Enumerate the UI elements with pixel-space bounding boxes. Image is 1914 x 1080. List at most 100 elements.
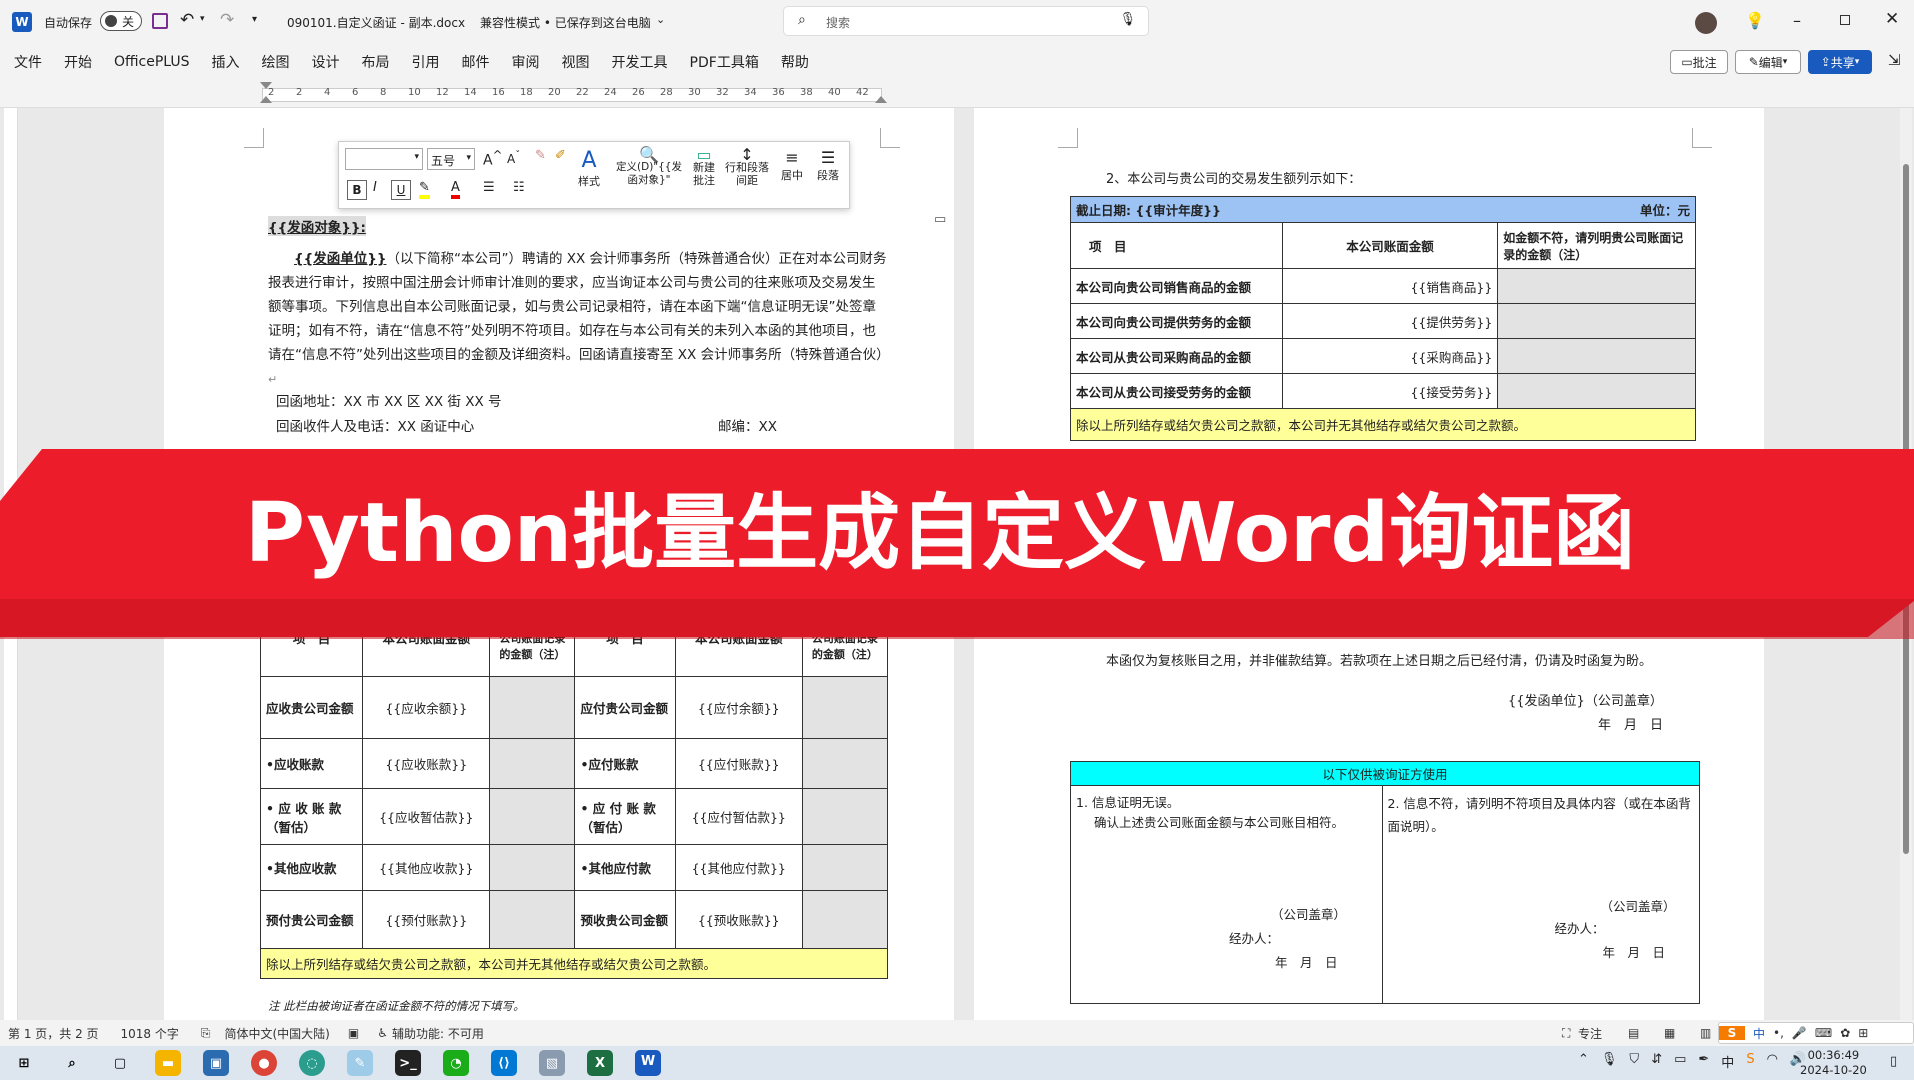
undo-icon[interactable]: ↶ bbox=[180, 10, 194, 30]
file-explorer-icon[interactable]: ▬ bbox=[155, 1050, 181, 1076]
comment-button[interactable]: ▭ 批注 bbox=[1670, 50, 1728, 74]
new-comment-button[interactable]: ▭ 新建批注 bbox=[689, 147, 719, 188]
terminal-icon[interactable]: >_ bbox=[395, 1050, 421, 1076]
horizontal-ruler[interactable]: 2 2 4 6 8 10 12 14 16 18 20 22 24 26 28 30 32 34 36 38 40 42 bbox=[0, 82, 1914, 108]
shrink-font-icon[interactable]: Aˇ bbox=[507, 150, 520, 166]
accessibility-status[interactable]: 辅助功能: 不可用 bbox=[392, 1025, 484, 1042]
read-mode-icon[interactable]: ▤ bbox=[1628, 1026, 1639, 1040]
confirm-match-cell[interactable]: 1. 信息证明无误。 确认上述贵公司账面金额与本公司账目相符。 （公司盖章） 经… bbox=[1070, 785, 1383, 1004]
diff-cell[interactable] bbox=[489, 738, 576, 789]
clock[interactable]: 00:36:49 2024-10-20 bbox=[1800, 1048, 1867, 1078]
placeholder-cell[interactable]: {{其他应收款}} bbox=[362, 844, 491, 891]
confirm-mismatch-cell[interactable]: 2. 信息不符，请列明不符项目及具体内容（或在本函背面说明）。 （公司盖章） 经… bbox=[1381, 785, 1700, 1004]
language[interactable]: 简体中文(中国大陆) bbox=[225, 1025, 330, 1042]
autosave-toggle[interactable]: 关 bbox=[100, 11, 142, 31]
placeholder-cell[interactable]: {{采购商品}} bbox=[1281, 338, 1499, 374]
excel-icon[interactable]: X bbox=[587, 1050, 613, 1076]
comment-anchor-icon[interactable]: ▭ bbox=[934, 212, 946, 227]
chat-bubble-icon[interactable]: ◌ bbox=[299, 1050, 325, 1076]
tray-shield-icon[interactable]: ⛉ bbox=[1629, 1052, 1639, 1071]
styles-button[interactable]: A 样式 bbox=[571, 148, 607, 189]
ime-punct-icon[interactable]: •, bbox=[1773, 1026, 1784, 1040]
customize-qat-icon[interactable]: ▾ bbox=[252, 14, 257, 25]
microphone-icon[interactable]: 🎙 bbox=[1119, 12, 1136, 27]
clear-format-icon[interactable]: ✐ bbox=[555, 148, 566, 163]
page-count[interactable]: 第 1 页，共 2 页 bbox=[8, 1025, 99, 1042]
tab-view[interactable]: 视图 bbox=[562, 52, 590, 72]
font-color-icon[interactable]: A bbox=[451, 180, 460, 199]
ime-skin-icon[interactable]: ✿ bbox=[1840, 1026, 1850, 1040]
word-icon[interactable]: W bbox=[635, 1050, 661, 1076]
font-size-box[interactable]: 五号 ▾ bbox=[427, 148, 475, 170]
word-count[interactable]: 1018 个字 bbox=[121, 1025, 179, 1042]
tab-officeplus[interactable]: OfficePLUS bbox=[114, 54, 190, 70]
placeholder-cell[interactable]: {{销售商品}} bbox=[1281, 268, 1499, 304]
tab-developer[interactable]: 开发工具 bbox=[612, 52, 668, 72]
placeholder-cell[interactable]: {{应付账款}} bbox=[674, 738, 803, 789]
tray-pen-icon[interactable]: ✒ bbox=[1698, 1052, 1709, 1071]
edit-mode-button[interactable]: ✎ 编辑 ▾ bbox=[1735, 50, 1801, 74]
placeholder-cell[interactable]: {{提供劳务}} bbox=[1281, 303, 1499, 339]
line-spacing-button[interactable]: ↕ 行和段落间距 bbox=[723, 147, 771, 188]
tab-references[interactable]: 引用 bbox=[412, 52, 440, 72]
print-layout-icon[interactable]: ▦ bbox=[1664, 1026, 1675, 1040]
grow-font-icon[interactable]: A^ bbox=[483, 148, 502, 169]
search-box[interactable]: ⌕ 搜索 🎙 bbox=[783, 6, 1149, 36]
placeholder-cell[interactable]: {{预付账款}} bbox=[362, 890, 491, 949]
diff-cell[interactable] bbox=[489, 788, 576, 845]
tray-display-icon[interactable]: ▭ bbox=[1674, 1052, 1686, 1071]
notifications-icon[interactable]: ▯ bbox=[1890, 1054, 1897, 1069]
diff-cell[interactable] bbox=[801, 738, 889, 789]
highlight-icon[interactable]: ✎ bbox=[419, 180, 430, 199]
ime-chinese-icon[interactable]: 中 bbox=[1753, 1025, 1765, 1042]
close-icon[interactable]: ✕ bbox=[1885, 9, 1899, 29]
diff-cell[interactable] bbox=[801, 788, 889, 845]
tray-sogou-icon[interactable]: S bbox=[1746, 1052, 1754, 1071]
diff-cell[interactable] bbox=[489, 890, 576, 949]
tab-review[interactable]: 审阅 bbox=[512, 52, 540, 72]
right-indent-marker[interactable] bbox=[875, 96, 887, 103]
tray-chevron-icon[interactable]: ⌃ bbox=[1578, 1052, 1589, 1071]
tab-design[interactable]: 设计 bbox=[312, 52, 340, 72]
app-window-icon[interactable]: ▣ bbox=[203, 1050, 229, 1076]
format-painter-icon[interactable]: ✎ bbox=[535, 148, 546, 163]
sogou-ime-bar[interactable]: S 中 •, 🎤 ⌨ ✿ ⊞ bbox=[1718, 1022, 1914, 1044]
tab-help[interactable]: 帮助 bbox=[781, 52, 809, 72]
placeholder-cell[interactable]: {{应收暂估款}} bbox=[362, 788, 491, 845]
diff-cell[interactable] bbox=[489, 676, 576, 739]
font-name-box[interactable]: ▾ bbox=[345, 148, 423, 170]
chrome-icon[interactable]: ● bbox=[251, 1050, 277, 1076]
tray-mic-icon[interactable]: 🎙 bbox=[1601, 1052, 1618, 1071]
italic-button[interactable]: I bbox=[373, 180, 377, 195]
tab-insert[interactable]: 插入 bbox=[212, 52, 240, 72]
tray-wifi-icon[interactable]: ◠ bbox=[1767, 1052, 1778, 1071]
focus-label[interactable]: 专注 bbox=[1578, 1025, 1602, 1042]
document-status[interactable]: 兼容性模式 • 已保存到这台电脑 bbox=[480, 14, 651, 31]
user-avatar[interactable] bbox=[1695, 12, 1717, 34]
diff-cell[interactable] bbox=[1497, 303, 1696, 339]
tray-ime-icon[interactable]: 中 bbox=[1721, 1052, 1734, 1071]
diff-cell[interactable] bbox=[1497, 268, 1696, 304]
tab-pdf-tools[interactable]: PDF工具箱 bbox=[690, 52, 759, 72]
tab-layout[interactable]: 布局 bbox=[362, 52, 390, 72]
collapse-ribbon-icon[interactable]: ⇲ bbox=[1888, 51, 1901, 69]
image-viewer-icon[interactable]: ▧ bbox=[539, 1050, 565, 1076]
bullets-icon[interactable]: ☰ bbox=[483, 180, 495, 195]
save-icon[interactable] bbox=[152, 13, 168, 29]
define-button[interactable]: 🔍 定义(D)"{{发函对象}" bbox=[613, 147, 685, 187]
diff-cell[interactable] bbox=[1497, 373, 1696, 409]
windows-start-icon[interactable]: ⊞ bbox=[11, 1050, 37, 1076]
web-layout-icon[interactable]: ▥ bbox=[1700, 1026, 1711, 1040]
placeholder-cell[interactable]: {{应付余额}} bbox=[674, 676, 803, 739]
bold-button[interactable]: B bbox=[347, 180, 367, 200]
diff-cell[interactable] bbox=[801, 890, 889, 949]
diff-cell[interactable] bbox=[1497, 338, 1696, 374]
tab-file[interactable]: 文件 bbox=[14, 52, 42, 72]
ime-keyboard-icon[interactable]: ⌨ bbox=[1815, 1026, 1832, 1040]
status-chevron-icon[interactable]: ⌄ bbox=[656, 13, 665, 26]
minimize-icon[interactable]: – bbox=[1793, 11, 1801, 30]
placeholder-cell[interactable]: {{接受劳务}} bbox=[1281, 373, 1499, 409]
diff-cell[interactable] bbox=[801, 676, 889, 739]
paragraph-button[interactable]: ☰ 段落 bbox=[811, 148, 845, 183]
proofing-icon[interactable]: ⎘ bbox=[201, 1026, 211, 1041]
